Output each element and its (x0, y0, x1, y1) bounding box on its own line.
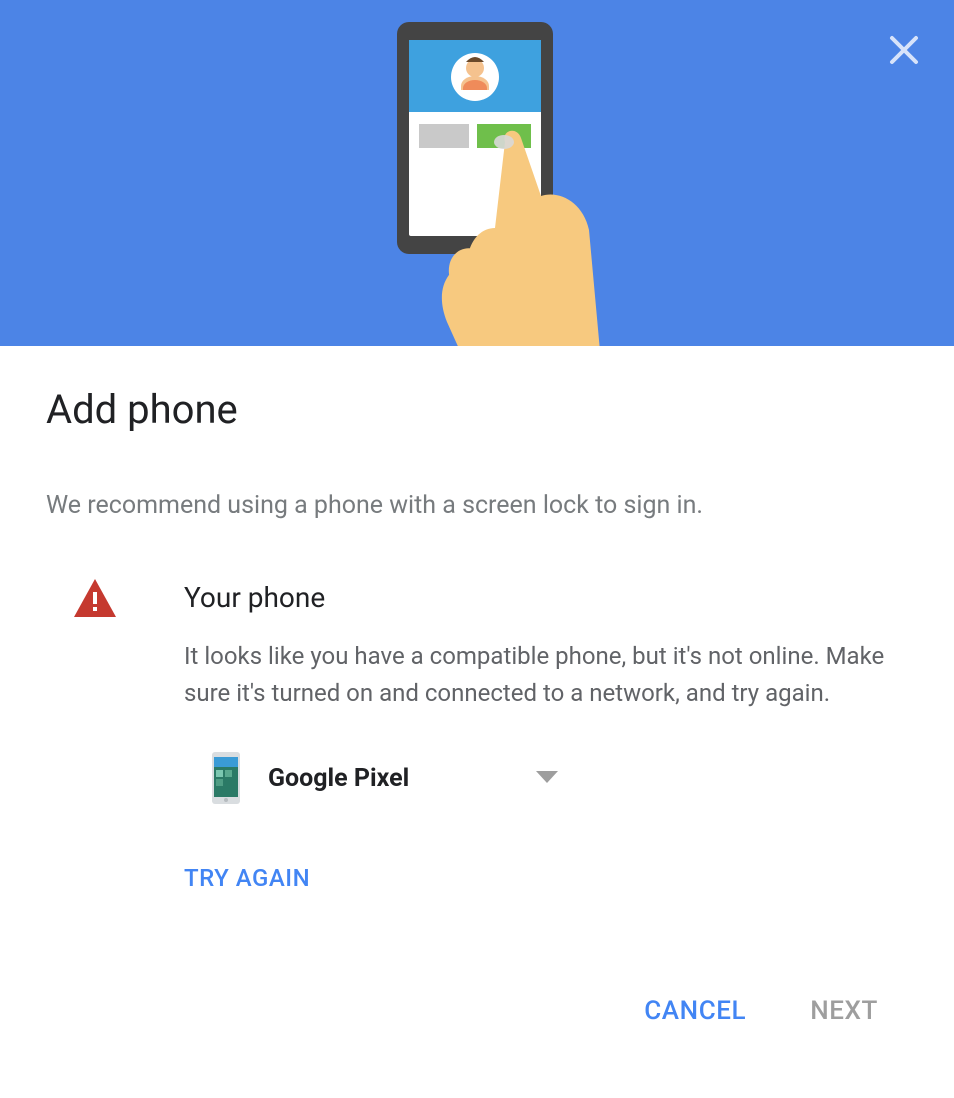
try-again-button[interactable]: TRY AGAIN (184, 864, 908, 892)
alert-heading: Your phone (184, 581, 908, 614)
page-title: Add phone (46, 386, 908, 433)
device-name: Google Pixel (268, 764, 508, 793)
chevron-down-icon (536, 771, 558, 785)
alert-body: It looks like you have a compatible phon… (184, 638, 904, 712)
dialog-footer: CANCEL NEXT (0, 996, 954, 1092)
page-subtitle: We recommend using a phone with a screen… (46, 489, 908, 523)
cancel-button[interactable]: CANCEL (644, 996, 746, 1026)
close-icon (888, 34, 920, 66)
hero-illustration (0, 22, 954, 346)
hero-banner (0, 0, 954, 346)
warning-icon (74, 579, 116, 617)
next-button[interactable]: NEXT (810, 996, 878, 1026)
close-button[interactable] (884, 30, 924, 70)
phone-icon (212, 752, 240, 804)
device-selector[interactable]: Google Pixel (184, 752, 908, 804)
